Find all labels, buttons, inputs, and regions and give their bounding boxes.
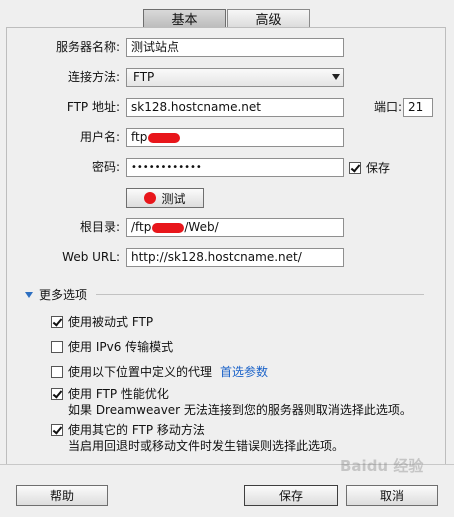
server-name-label: 服务器名称:	[55, 40, 120, 54]
connect-method-label: 连接方法:	[67, 70, 120, 84]
test-button-label: 测试	[161, 191, 186, 206]
ftp-move-checkbox[interactable]	[51, 424, 63, 436]
proxy-label: 使用以下位置中定义的代理 首选参数	[68, 364, 268, 380]
ftp-performance-checkbox[interactable]	[51, 388, 63, 400]
root-dir-input[interactable]: /ftp/Web/	[126, 218, 344, 237]
chevron-down-icon	[332, 74, 340, 80]
server-name-input[interactable]: 测试站点	[126, 38, 344, 57]
ftp-performance-desc: 如果 Dreamweaver 无法连接到您的服务器则取消选择此选项。	[68, 403, 412, 417]
username-text: ftp	[131, 130, 148, 144]
web-url-input[interactable]: http://sk128.hostcname.net/	[126, 248, 344, 267]
test-button[interactable]: 测试	[126, 188, 204, 208]
ftp-address-label: FTP 地址:	[66, 100, 120, 114]
tab-basic[interactable]: 基本	[143, 9, 226, 28]
password-label: 密码:	[91, 160, 120, 174]
tab-advanced[interactable]: 高级	[227, 9, 310, 28]
triangle-down-icon[interactable]	[25, 292, 33, 298]
root-dir-suffix: /Web/	[184, 220, 219, 234]
help-button[interactable]: 帮助	[16, 485, 108, 506]
username-label: 用户名:	[79, 130, 120, 144]
passive-ftp-checkbox[interactable]	[51, 316, 63, 328]
root-dir-prefix: /ftp	[131, 220, 152, 234]
port-input[interactable]: 21	[403, 98, 433, 117]
redaction-mark	[152, 222, 185, 233]
redaction-mark	[148, 132, 181, 143]
connect-method-value: FTP	[133, 70, 155, 84]
more-options-divider	[96, 294, 424, 295]
watermark: Baidu 经验	[340, 457, 424, 475]
ftp-move-desc: 当启用回退时或移动文件时发生错误则选择此选项。	[68, 439, 345, 453]
ipv6-label: 使用 IPv6 传输模式	[68, 340, 174, 354]
web-url-label: Web URL:	[62, 250, 120, 264]
save-password-checkbox[interactable]	[349, 162, 361, 174]
save-button[interactable]: 保存	[244, 485, 338, 506]
ftp-performance-label: 使用 FTP 性能优化	[68, 387, 169, 401]
password-input[interactable]: ••••••••••••	[126, 158, 344, 177]
more-options-toggle[interactable]: 更多选项	[39, 287, 87, 303]
proxy-checkbox[interactable]	[51, 366, 63, 378]
preferences-link[interactable]: 首选参数	[220, 365, 268, 379]
port-label: 端口:	[373, 100, 402, 114]
username-input[interactable]: ftp	[126, 128, 344, 147]
passive-ftp-label: 使用被动式 FTP	[68, 315, 154, 329]
ftp-move-label: 使用其它的 FTP 移动方法	[68, 423, 205, 437]
save-password-label: 保存	[366, 161, 391, 175]
ftp-address-input[interactable]: sk128.hostcname.net	[126, 98, 344, 117]
connect-method-select[interactable]: FTP	[126, 68, 344, 87]
ipv6-checkbox[interactable]	[51, 341, 63, 353]
proxy-text: 使用以下位置中定义的代理	[68, 365, 213, 379]
status-dot-icon	[144, 192, 157, 204]
root-dir-label: 根目录:	[79, 220, 120, 234]
cancel-button[interactable]: 取消	[346, 485, 438, 506]
